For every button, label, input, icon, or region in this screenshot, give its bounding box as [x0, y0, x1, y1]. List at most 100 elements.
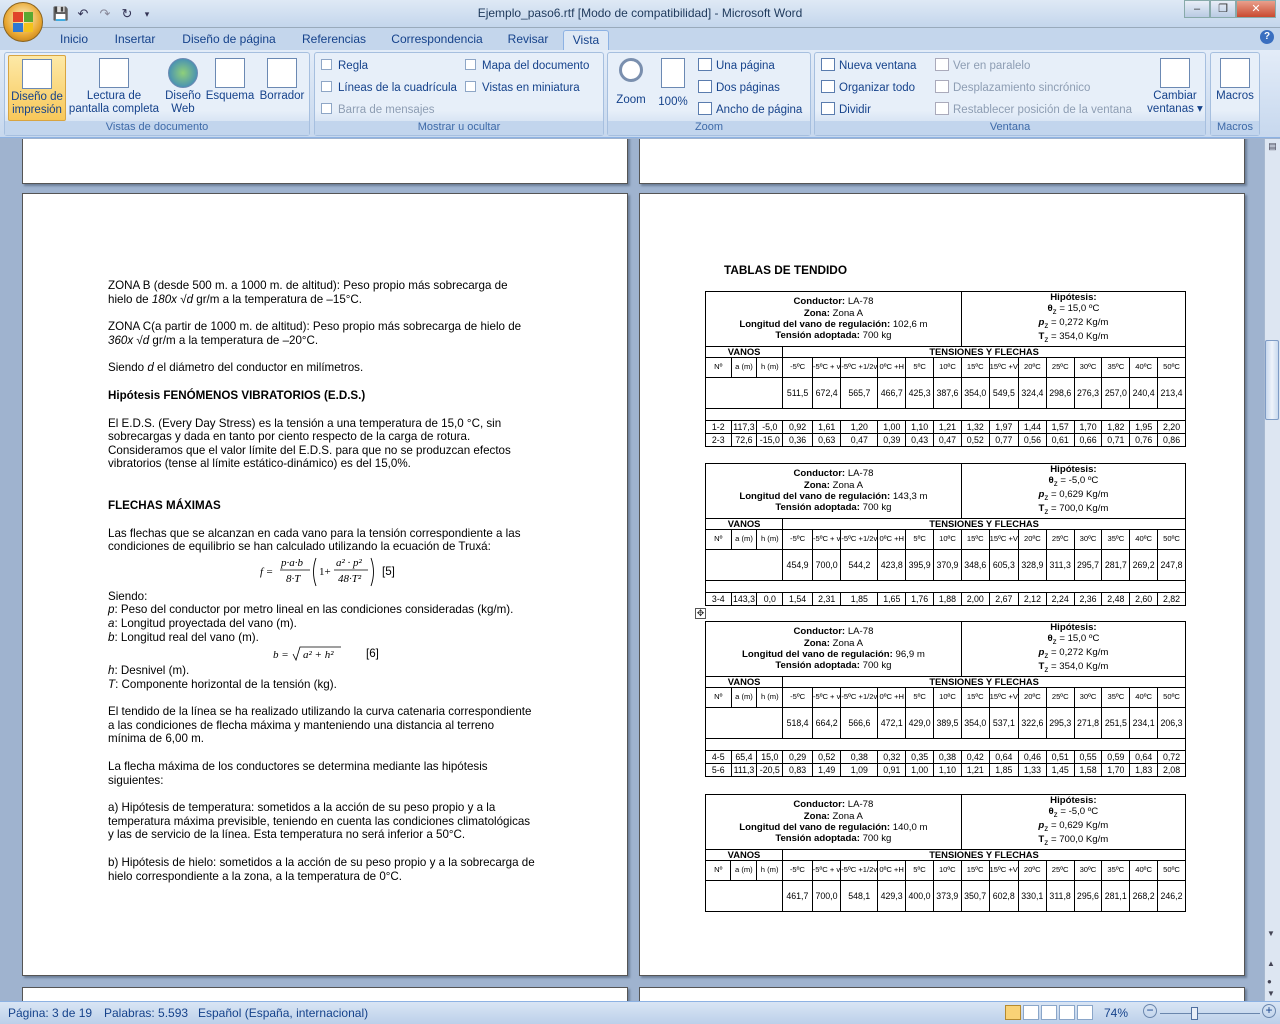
organizar-todo-button[interactable]: Organizar todo	[821, 79, 915, 97]
table-text: z	[1053, 479, 1058, 489]
tension-cell: 544,2	[840, 548, 879, 581]
tab-inicio[interactable]: Inicio	[52, 30, 96, 50]
draft-button[interactable]: Borrador	[256, 55, 308, 121]
ancho-pagina-button[interactable]: Ancho de página	[698, 101, 802, 119]
cambiar-ventanas-button[interactable]: Cambiar ventanas ▾	[1147, 55, 1203, 121]
macros-button[interactable]: Macros	[1213, 55, 1257, 121]
table-text: θz = -5,0 ºC	[962, 475, 1185, 489]
una-pagina-button[interactable]: Una página	[698, 57, 775, 75]
tension-table[interactable]: Conductor: LA-78 Zona: Zona A Longitud del…	[704, 291, 1187, 447]
next-page-right	[639, 987, 1245, 1001]
web-layout-button[interactable]: Diseño Web	[162, 55, 204, 121]
tab-diseno-pagina[interactable]: Diseño de página	[172, 30, 286, 50]
barra-mensajes-checkbox[interactable]: Barra de mensajes	[321, 101, 435, 119]
ver-paralelo-button[interactable]: Ver en paralelo	[935, 57, 1030, 75]
minimize-button[interactable]: –	[1184, 0, 1210, 18]
zoom-slider[interactable]	[1160, 1013, 1260, 1014]
zona-value: Zona A	[832, 479, 864, 491]
outline-view-icon[interactable]	[1059, 1005, 1075, 1020]
flecha-cell: 1,58	[1073, 762, 1103, 777]
group-label-vistas: Vistas de documento	[5, 121, 309, 135]
tension-table[interactable]: Conductor: LA-78 Zona: Zona A Longitud del…	[704, 621, 1187, 777]
group-zoom: Zoom 100% Una página Dos páginas Ancho d…	[607, 52, 811, 136]
tab-vista[interactable]: Vista	[563, 30, 609, 50]
tab-referencias[interactable]: Referencias	[294, 30, 374, 50]
full-screen-view-icon[interactable]	[1023, 1005, 1039, 1020]
ruler-toggle-icon[interactable]: ▤	[1267, 141, 1278, 153]
table-row: 5-6 111,3 -20,5 0,83 1,49 1,09 0,91 1,00 1,10 1,2…	[705, 762, 1186, 777]
zoom-100-button[interactable]: 100%	[654, 55, 692, 121]
hipotesis-temperatura-line: y las de servicio de la línea. Esta temp…	[108, 828, 466, 842]
column-header: -5ºC	[782, 686, 813, 708]
hipotesis-label: Hipótesis:	[1050, 464, 1097, 475]
tension-cell: 330,1	[1017, 879, 1047, 912]
language-indicator[interactable]: Español (España, internacional)	[198, 1006, 368, 1020]
flecha-cell: 1,88	[933, 591, 962, 606]
mapa-documento-checkbox[interactable]: Mapa del documento	[465, 57, 589, 75]
zoom-button[interactable]: Zoom	[612, 55, 650, 121]
dividir-button[interactable]: Dividir	[821, 101, 871, 119]
left-page-text: ZONA B (desde 500 m. a 1000 m. de altitu…	[108, 279, 558, 883]
scrollbar-thumb[interactable]	[1265, 340, 1279, 420]
scroll-down-icon[interactable]: ▼	[1267, 929, 1275, 938]
help-icon[interactable]: ?	[1260, 30, 1274, 44]
zoom-out-icon[interactable]: −	[1143, 1004, 1157, 1018]
right-page[interactable]: TABLAS DE TENDIDO ✥ Conductor: LA-78 Zona…	[639, 193, 1245, 976]
vertical-scrollbar[interactable]: ▤ ▼ ▲ ● ▼	[1264, 139, 1280, 1001]
def-t-text: Componente horizontal de la tensión (kg)…	[121, 677, 337, 691]
vistas-miniatura-checkbox[interactable]: Vistas en miniatura	[465, 79, 580, 97]
p-value: = 0,272 Kg/m	[1051, 647, 1109, 659]
tension-table[interactable]: Conductor: LA-78 Zona: Zona A Longitud del…	[704, 463, 1187, 606]
regla-checkbox[interactable]: Regla	[321, 57, 368, 75]
browse-object-icon[interactable]: ●	[1267, 977, 1272, 986]
draft-view-icon[interactable]	[1077, 1005, 1093, 1020]
miniaturas-label: Vistas en miniatura	[482, 82, 580, 94]
full-screen-reading-button[interactable]: Lectura de pantalla completa	[67, 55, 161, 121]
lineas-cuadricula-checkbox[interactable]: Líneas de la cuadrícula	[321, 79, 457, 97]
print-layout-view-icon[interactable]	[1005, 1005, 1021, 1020]
flecha-cell: 1,54	[782, 591, 813, 606]
dos-paginas-button[interactable]: Dos páginas	[698, 79, 780, 97]
tab-revisar[interactable]: Revisar	[500, 30, 556, 50]
flecha-cell: 1,49	[811, 762, 842, 777]
mapa-label: Mapa del documento	[482, 60, 590, 72]
flecha-cell: 2,60	[1129, 591, 1159, 606]
nueva-ventana-button[interactable]: Nueva ventana	[821, 57, 916, 75]
draft-icon	[267, 58, 297, 88]
print-layout-button[interactable]: Diseño de impresión	[8, 55, 66, 121]
zona-c-em: 360x √d	[108, 333, 150, 347]
def-h-symbol: h	[108, 664, 115, 678]
close-button[interactable]: ✕	[1236, 0, 1276, 18]
table-move-handle-icon[interactable]: ✥	[695, 608, 706, 619]
restablecer-posicion-button[interactable]: Restablecer posición de la ventana	[935, 101, 1132, 119]
left-page[interactable]: ZONA B (desde 500 m. a 1000 m. de altitu…	[22, 193, 628, 976]
tension-table[interactable]: Conductor: LA-78 Zona: Zona A Longitud del…	[704, 794, 1187, 912]
hipotesis-cell: Hipótesis: θz = 15,0 ºC pz = 0,272 Kg/m Tz …	[960, 621, 1187, 677]
column-header: 0ºC +H	[877, 686, 907, 708]
hipotesis-temperatura-line: a) Hipótesis de temperatura: sometidos a…	[108, 801, 496, 815]
restore-button[interactable]: ❐	[1210, 0, 1236, 18]
previous-page-icon[interactable]: ▲	[1267, 959, 1275, 968]
tension-cell: 672,4	[811, 376, 842, 409]
column-header: -5ºC + v	[811, 859, 842, 881]
page-count[interactable]: Página: 3 de 19	[8, 1006, 92, 1020]
tab-insertar[interactable]: Insertar	[104, 30, 166, 50]
zoom-level[interactable]: 74%	[1104, 1006, 1128, 1020]
column-header: 5ºC	[905, 528, 935, 550]
web-view-icon[interactable]	[1041, 1005, 1057, 1020]
outline-button[interactable]: Esquema	[205, 55, 255, 121]
zoom-slider-thumb[interactable]	[1191, 1007, 1198, 1020]
zona-value: Zona A	[832, 307, 864, 319]
next-page-icon[interactable]: ▼	[1267, 989, 1275, 998]
zoom-in-icon[interactable]: +	[1262, 1004, 1276, 1018]
column-header: -5ºC	[782, 859, 813, 881]
word-count[interactable]: Palabras: 5.593	[104, 1006, 188, 1020]
flecha-cell: 1,95	[1129, 419, 1159, 434]
desplazamiento-sincronico-button[interactable]: Desplazamiento sincrónico	[935, 79, 1090, 97]
office-button[interactable]	[3, 2, 43, 42]
column-header: 5ºC	[905, 356, 935, 378]
equation-6-label: [6]	[366, 647, 379, 661]
flecha-cell: 1,00	[877, 419, 907, 434]
tab-correspondencia[interactable]: Correspondencia	[382, 30, 492, 50]
column-header: h (m)	[756, 686, 784, 708]
